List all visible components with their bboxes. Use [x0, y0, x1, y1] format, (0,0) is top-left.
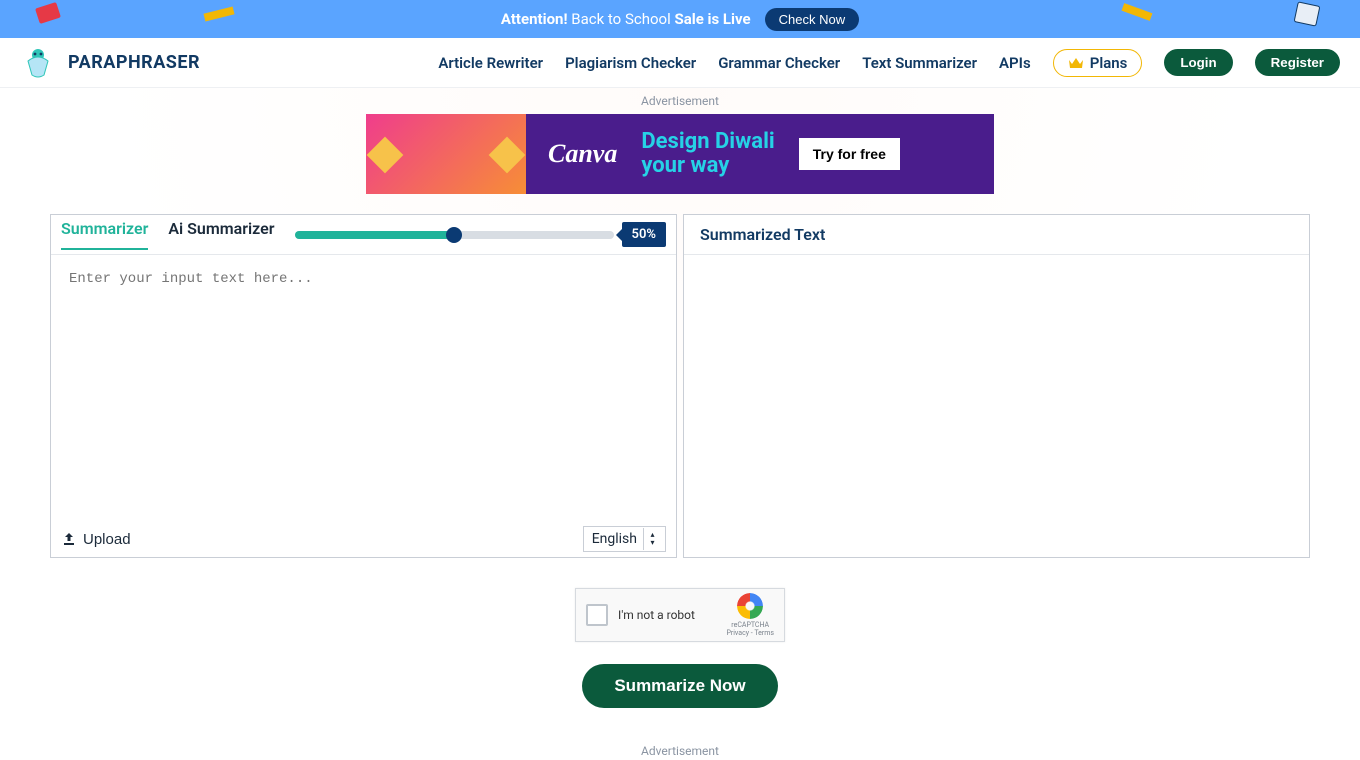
brand-name: PARAPHRASER	[68, 52, 200, 73]
ad-image-left	[366, 114, 526, 194]
output-panel-title: Summarized Text	[694, 225, 825, 244]
decor-pencil-icon	[1116, 0, 1160, 30]
nav-link-apis[interactable]: APIs	[999, 54, 1031, 72]
plans-label: Plans	[1090, 54, 1128, 72]
language-stepper: ▴ ▾	[643, 528, 661, 550]
upload-icon	[61, 531, 77, 547]
decor-notepad-icon	[1288, 0, 1328, 30]
banner-attention: Attention!	[501, 10, 568, 28]
nav-links: Article Rewriter Plagiarism Checker Gram…	[438, 49, 1340, 77]
nav-link-article-rewriter[interactable]: Article Rewriter	[438, 54, 543, 72]
nav-link-plagiarism-checker[interactable]: Plagiarism Checker	[565, 54, 696, 72]
recaptcha-brand-text: reCAPTCHA	[731, 621, 769, 629]
slider-value-badge: 50%	[622, 222, 666, 247]
slider-track[interactable]	[295, 231, 614, 239]
upload-button[interactable]: Upload	[61, 531, 131, 548]
ad-try-button[interactable]: Try for free	[799, 138, 900, 170]
ad-headline-line2: your way	[641, 154, 774, 178]
output-area	[684, 255, 1309, 557]
ad-headline-line1: Design Diwali	[641, 130, 774, 154]
brand[interactable]: PARAPHRASER	[20, 45, 200, 81]
recaptcha-widget: I'm not a robot reCAPTCHA Privacy - Term…	[575, 588, 785, 642]
register-button[interactable]: Register	[1255, 49, 1340, 76]
slider-fill	[295, 231, 455, 239]
banner-message: Back to School	[571, 10, 671, 28]
tab-summarizer[interactable]: Summarizer	[61, 219, 148, 250]
input-textarea[interactable]	[51, 255, 676, 521]
crown-icon	[1068, 56, 1084, 70]
nav-link-text-summarizer[interactable]: Text Summarizer	[862, 54, 977, 72]
nav-link-grammar-checker[interactable]: Grammar Checker	[718, 54, 840, 72]
ad-banner[interactable]: Canva Design Diwali your way Try for fre…	[366, 114, 994, 194]
ad-label-top: Advertisement	[0, 94, 1360, 108]
logo-icon	[20, 45, 56, 81]
decor-ruler-icon	[200, 0, 240, 30]
recaptcha-legal: Privacy - Terms	[726, 629, 774, 637]
summarize-button[interactable]: Summarize Now	[582, 664, 777, 708]
plans-button[interactable]: Plans	[1053, 49, 1143, 77]
ad-content: Canva Design Diwali your way Try for fre…	[526, 114, 994, 194]
ad-label-bottom: Advertisement	[0, 744, 1360, 758]
banner-check-button[interactable]: Check Now	[765, 8, 859, 31]
promo-banner: Attention! Back to School Sale is Live C…	[0, 0, 1360, 38]
output-panel: Summarized Text	[683, 214, 1310, 558]
navbar: PARAPHRASER Article Rewriter Plagiarism …	[0, 38, 1360, 88]
summarizer-tabs: Summarizer Ai Summarizer	[61, 219, 275, 250]
length-slider[interactable]: 50%	[295, 222, 667, 247]
main-panels: Summarizer Ai Summarizer 50% Upload Engl…	[0, 214, 1360, 558]
decor-book-icon	[32, 0, 72, 30]
recaptcha-label: I'm not a robot	[618, 608, 716, 622]
tab-ai-summarizer[interactable]: Ai Summarizer	[168, 219, 274, 250]
slider-thumb[interactable]	[446, 227, 462, 243]
input-panel-header: Summarizer Ai Summarizer 50%	[51, 215, 676, 255]
upload-label: Upload	[83, 531, 131, 548]
login-button[interactable]: Login	[1164, 49, 1232, 76]
ad-brand: Canva	[548, 139, 617, 169]
input-panel: Summarizer Ai Summarizer 50% Upload Engl…	[50, 214, 677, 558]
language-select[interactable]: English ▴ ▾	[583, 526, 666, 552]
recaptcha-checkbox[interactable]	[586, 604, 608, 626]
language-selected: English	[592, 531, 637, 547]
ad-headline: Design Diwali your way	[641, 130, 774, 178]
input-panel-footer: Upload English ▴ ▾	[51, 521, 676, 557]
banner-sale: Sale is Live	[674, 10, 750, 28]
chevron-down-icon[interactable]: ▾	[650, 539, 654, 547]
recaptcha-logo-icon	[737, 593, 763, 619]
recaptcha-brand: reCAPTCHA Privacy - Terms	[726, 593, 774, 637]
output-panel-header: Summarized Text	[684, 215, 1309, 255]
